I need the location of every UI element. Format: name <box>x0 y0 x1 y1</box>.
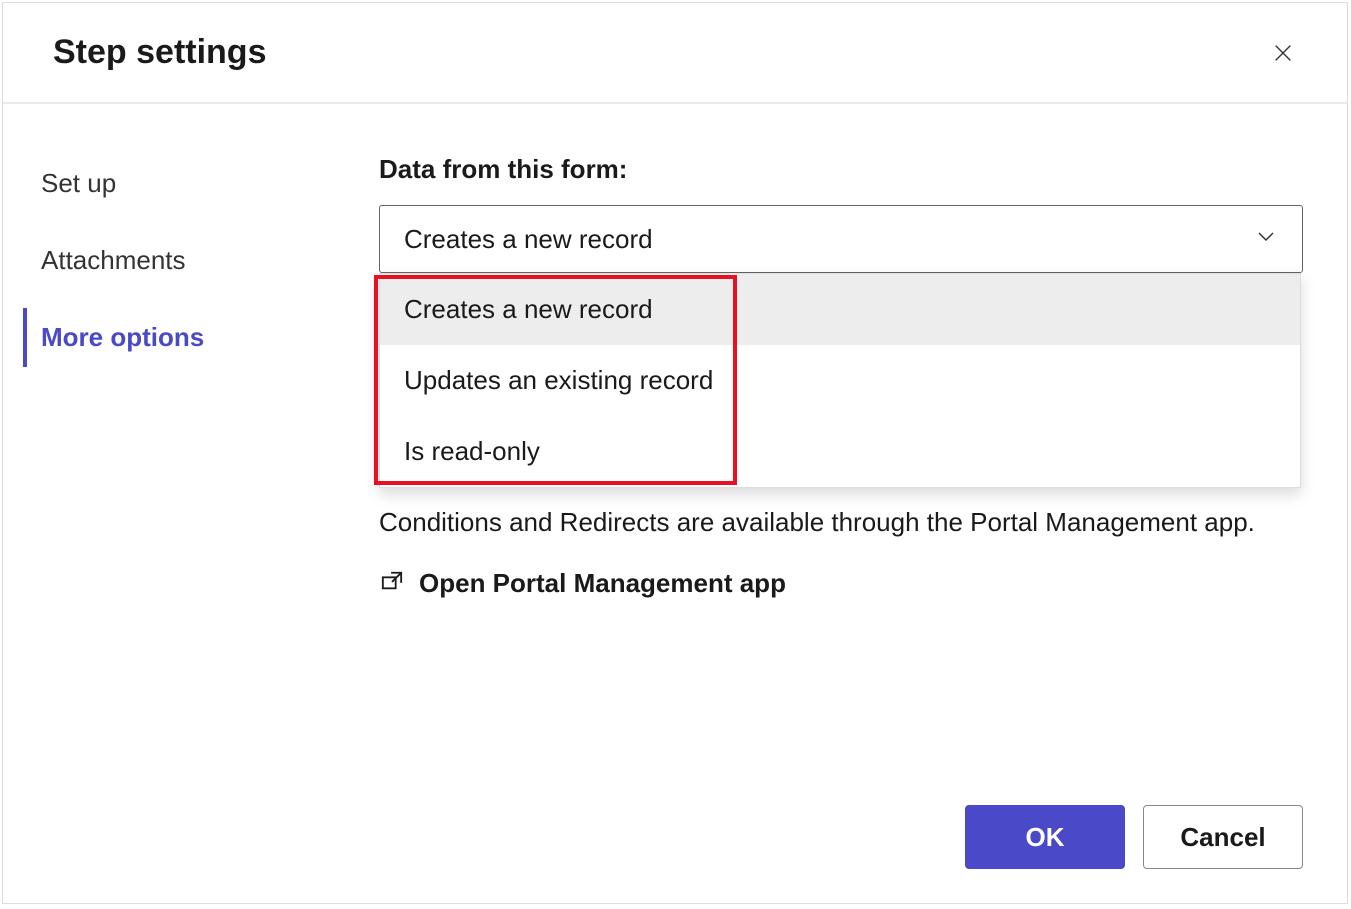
cancel-button[interactable]: Cancel <box>1143 805 1303 869</box>
chevron-down-icon <box>1254 224 1278 255</box>
select-value: Creates a new record <box>404 224 653 255</box>
dialog-footer: OK Cancel <box>965 805 1303 869</box>
main-content: Data from this form: Creates a new recor… <box>343 104 1347 903</box>
option-creates-new-record[interactable]: Creates a new record <box>380 274 1300 345</box>
option-label: Creates a new record <box>404 294 653 324</box>
dialog-header: Step settings <box>3 3 1347 104</box>
link-label: Open Portal Management app <box>419 568 786 599</box>
dialog-title: Step settings <box>53 33 266 72</box>
ok-button[interactable]: OK <box>965 805 1125 869</box>
sidebar-item-label: Set up <box>41 168 116 198</box>
option-label: Is read-only <box>404 436 540 466</box>
data-from-form-select-wrapper: Creates a new record Creates a new recor… <box>379 205 1303 273</box>
sidebar: Set up Attachments More options <box>3 104 343 903</box>
open-portal-management-link[interactable]: Open Portal Management app <box>379 568 1303 599</box>
data-from-form-select[interactable]: Creates a new record <box>379 205 1303 273</box>
sidebar-item-setup[interactable]: Set up <box>23 154 343 213</box>
dialog-body: Set up Attachments More options Data fro… <box>3 104 1347 903</box>
close-icon <box>1272 42 1294 64</box>
select-dropdown: Creates a new record Updates an existing… <box>379 273 1301 488</box>
form-field-label: Data from this form: <box>379 154 1303 185</box>
option-updates-existing-record[interactable]: Updates an existing record <box>380 345 1300 416</box>
sidebar-item-attachments[interactable]: Attachments <box>23 231 343 290</box>
sidebar-item-more-options[interactable]: More options <box>23 308 343 367</box>
close-button[interactable] <box>1269 39 1297 67</box>
option-label: Updates an existing record <box>404 365 713 395</box>
button-label: OK <box>1026 822 1065 853</box>
external-link-icon <box>379 570 405 597</box>
description-text: Conditions and Redirects are available t… <box>379 503 1303 542</box>
step-settings-dialog: Step settings Set up Attachments More op… <box>2 2 1348 904</box>
sidebar-item-label: More options <box>41 322 204 352</box>
option-is-read-only[interactable]: Is read-only <box>380 416 1300 487</box>
button-label: Cancel <box>1180 822 1265 853</box>
sidebar-item-label: Attachments <box>41 245 186 275</box>
